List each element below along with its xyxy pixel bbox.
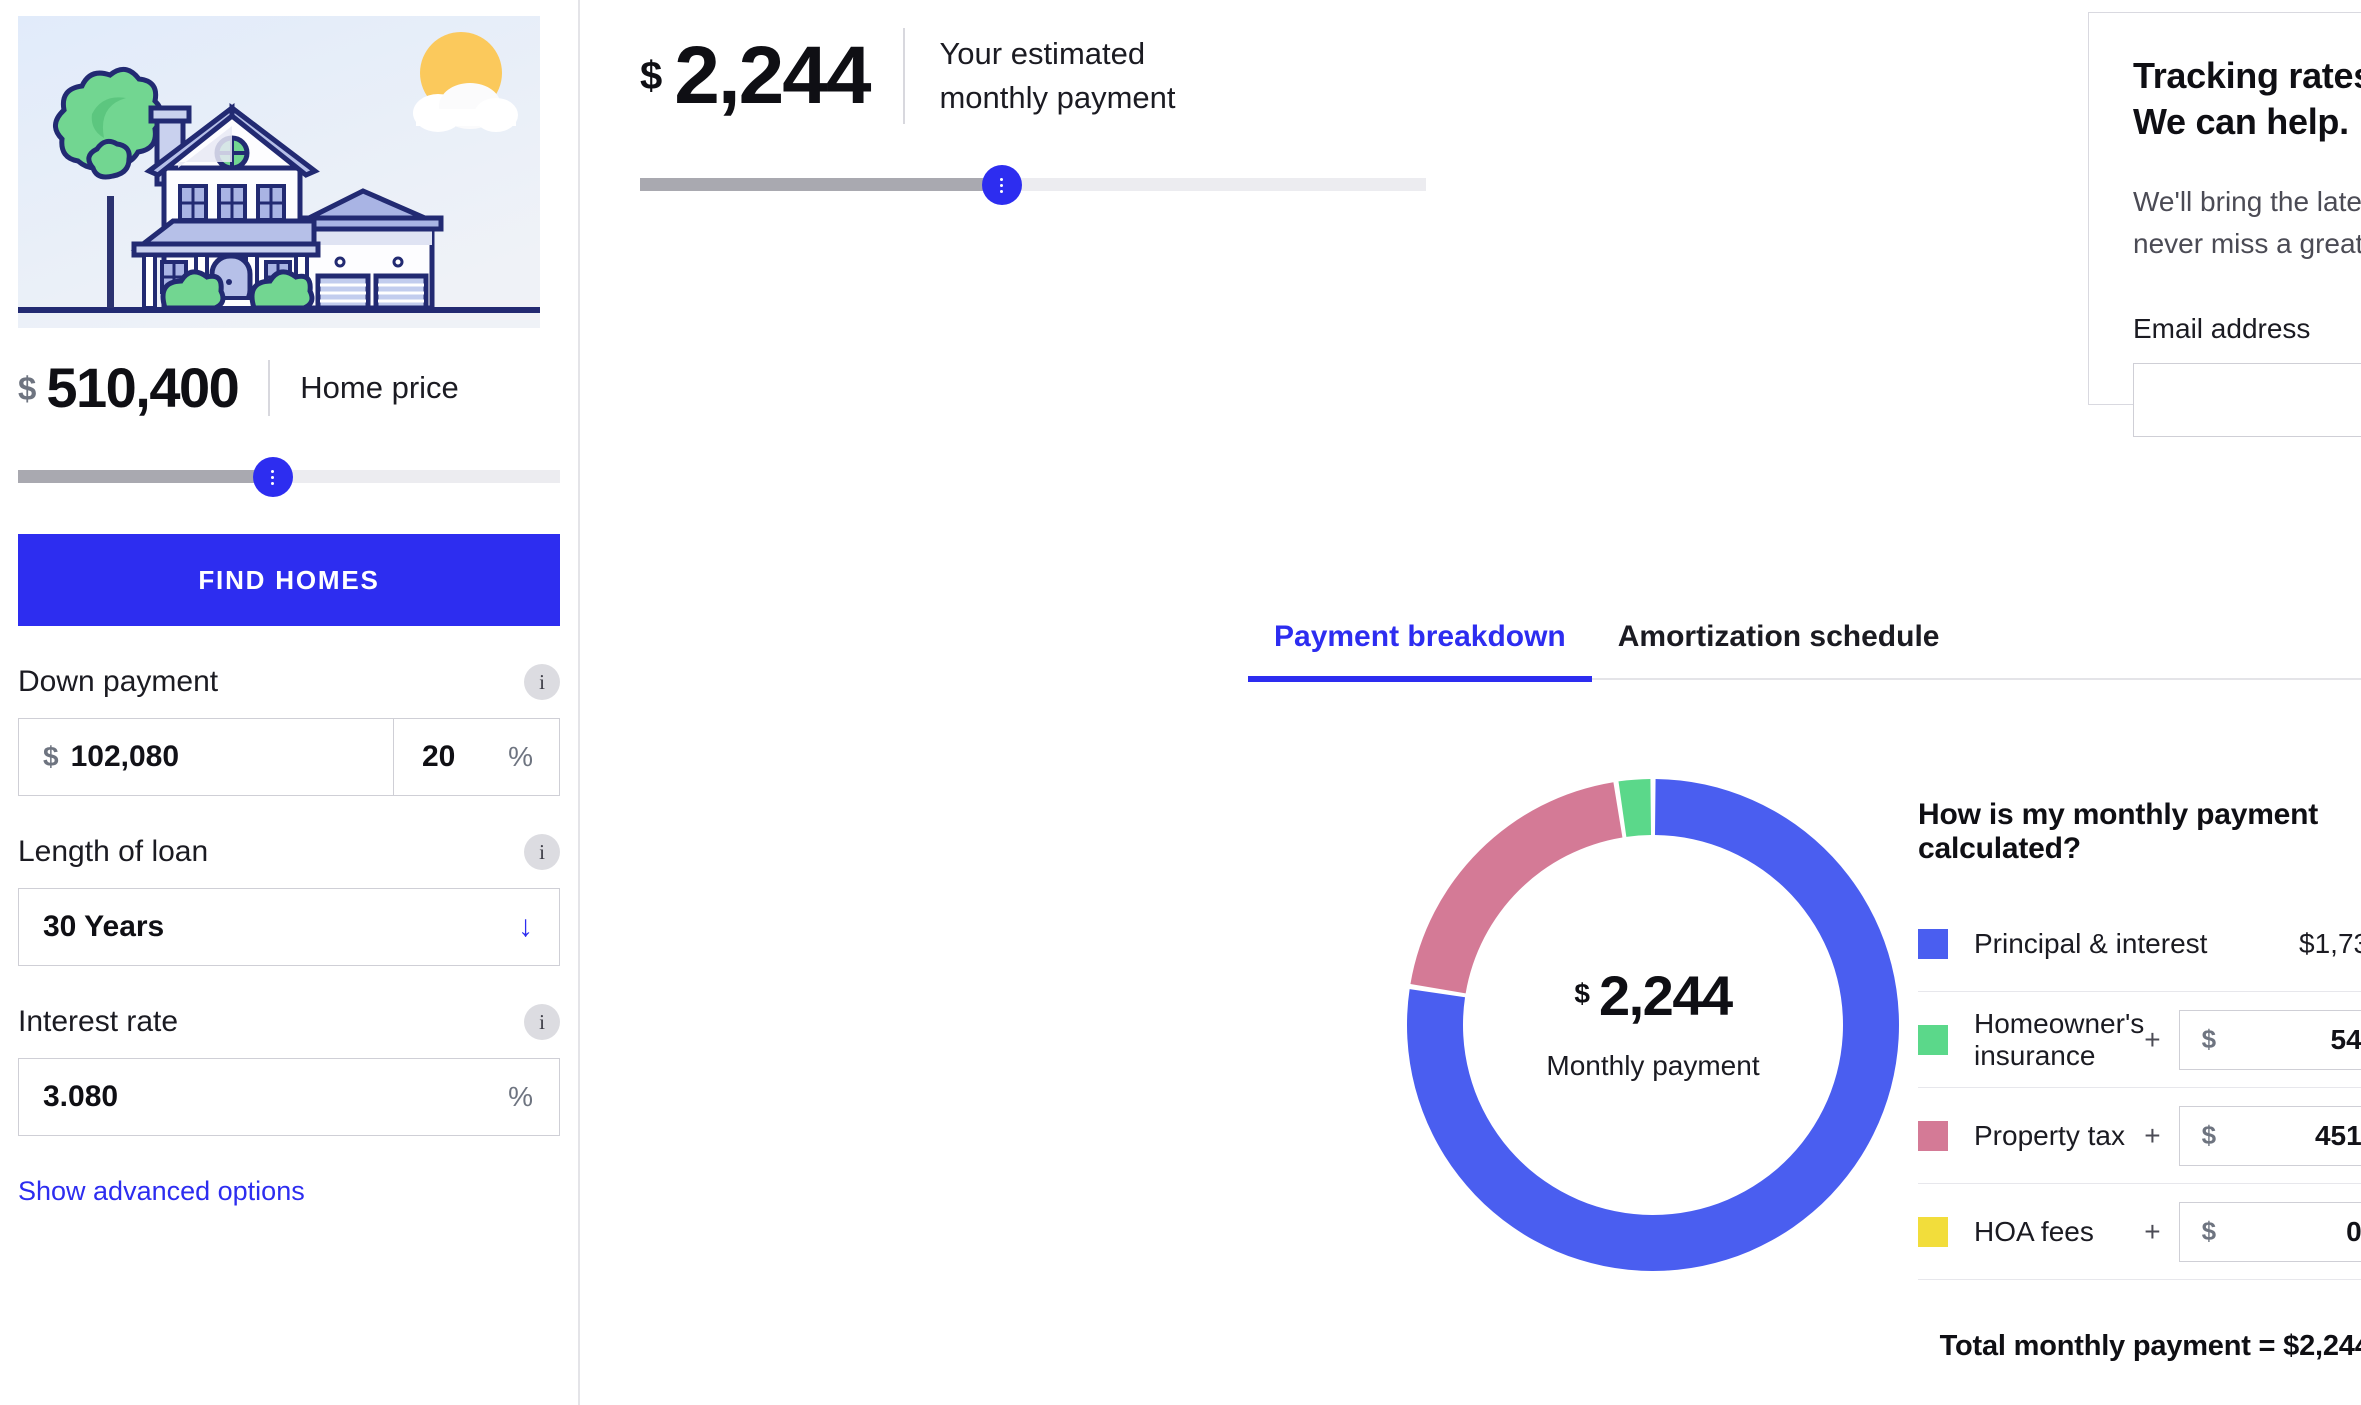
home-price-label: Home price bbox=[300, 370, 459, 406]
down-payment-label: Down payment bbox=[18, 665, 218, 699]
slider-thumb[interactable] bbox=[253, 457, 293, 497]
interest-rate-field: Interest rate i 3.080 % bbox=[18, 1002, 560, 1136]
currency-symbol: $ bbox=[2202, 1024, 2216, 1055]
legend-item-value: 54 bbox=[2331, 1024, 2361, 1056]
tab-payment-breakdown[interactable]: Payment breakdown bbox=[1248, 620, 1592, 678]
rate-tracking-promo-card: Tracking rates? We can help. % We'll bri… bbox=[2088, 12, 2361, 405]
arrow-down-icon: ↓ bbox=[518, 912, 533, 942]
divider bbox=[903, 28, 905, 124]
legend-item-label: Principal & interest bbox=[1974, 928, 2299, 960]
interest-rate-input[interactable]: 3.080 % bbox=[18, 1058, 560, 1136]
legend-item-label: HOA fees bbox=[1974, 1216, 2144, 1248]
tab-amortization-schedule[interactable]: Amortization schedule bbox=[1592, 620, 1966, 678]
legend-item-input[interactable]: $54 bbox=[2179, 1010, 2361, 1070]
plus-symbol: + bbox=[2144, 1216, 2160, 1248]
plus-symbol: + bbox=[2144, 1120, 2160, 1152]
percent-symbol: % bbox=[508, 741, 533, 773]
estimated-payment-caption: Your estimated monthly payment bbox=[939, 32, 1175, 120]
divider bbox=[268, 360, 270, 416]
down-payment-percent-value: 20 bbox=[422, 740, 455, 774]
legend-row: Homeowner's insurance+ $54 bbox=[1918, 992, 2361, 1088]
interest-rate-label: Interest rate bbox=[18, 1005, 178, 1039]
estimated-payment-slider[interactable] bbox=[640, 164, 1426, 204]
down-payment-field: Down payment i $ 102,080 20 % bbox=[18, 662, 560, 796]
legend-row: Principal & interest$1,739 bbox=[1918, 896, 2361, 992]
legend-color-swatch bbox=[1918, 1121, 1948, 1151]
currency-symbol: $ bbox=[2202, 1120, 2216, 1151]
legend-color-swatch bbox=[1918, 1025, 1948, 1055]
info-icon[interactable]: i bbox=[524, 1004, 560, 1040]
legend-color-swatch bbox=[1918, 929, 1948, 959]
down-payment-amount-input[interactable]: $ 102,080 bbox=[19, 719, 393, 795]
plus-symbol: + bbox=[2144, 1024, 2160, 1056]
legend-item-input[interactable]: $451 bbox=[2179, 1106, 2361, 1166]
interest-rate-value: 3.080 bbox=[43, 1080, 118, 1114]
total-monthly-payment: Total monthly payment = $2,244 bbox=[1918, 1330, 2361, 1363]
length-of-loan-select[interactable]: 30 Years ↓ bbox=[18, 888, 560, 966]
estimated-payment-block: $ 2,244 Your estimated monthly payment bbox=[580, 28, 1460, 204]
length-of-loan-label: Length of loan bbox=[18, 835, 208, 869]
currency-symbol: $ bbox=[2202, 1216, 2216, 1247]
slider-fill bbox=[640, 178, 1002, 191]
payment-breakdown-panel: $ 2,244 Monthly payment How is my monthl… bbox=[1248, 760, 2341, 1363]
legend-row: Property tax+ $451 bbox=[1918, 1088, 2361, 1184]
legend-item-label: Homeowner's insurance bbox=[1974, 1008, 2144, 1072]
legend-row: HOA fees+ $0 bbox=[1918, 1184, 2361, 1280]
down-payment-amount-value: 102,080 bbox=[71, 740, 179, 774]
mortgage-calculator-page: $ 510,400 Home price FIND HOMES Down pay… bbox=[0, 0, 2361, 1405]
donut-slice bbox=[1410, 782, 1622, 993]
info-icon[interactable]: i bbox=[524, 834, 560, 870]
find-homes-button[interactable]: FIND HOMES bbox=[18, 534, 560, 626]
down-payment-percent-input[interactable]: 20 % bbox=[393, 719, 559, 795]
payment-legend: How is my monthly payment calculated? Pr… bbox=[1918, 760, 2361, 1363]
main-content: $ 2,244 Your estimated monthly payment bbox=[580, 0, 2361, 1405]
donut-slice bbox=[1618, 779, 1651, 837]
currency-symbol: $ bbox=[43, 741, 59, 773]
currency-symbol: $ bbox=[18, 372, 36, 405]
legend-item-label: Property tax bbox=[1974, 1120, 2144, 1152]
legend-item-value: 0 bbox=[2346, 1216, 2361, 1248]
length-of-loan-field: Length of loan i 30 Years ↓ bbox=[18, 832, 560, 966]
legend-item-input[interactable]: $0 bbox=[2179, 1202, 2361, 1262]
currency-symbol: $ bbox=[640, 56, 662, 96]
sidebar: $ 510,400 Home price FIND HOMES Down pay… bbox=[0, 0, 580, 1405]
house-illustration bbox=[18, 16, 540, 328]
promo-title: Tracking rates? We can help. bbox=[2133, 53, 2361, 145]
legend-item-value: $1,739 bbox=[2299, 928, 2361, 960]
info-icon[interactable]: i bbox=[524, 664, 560, 700]
show-advanced-options-link[interactable]: Show advanced options bbox=[18, 1176, 305, 1207]
email-address-label: Email address bbox=[2133, 313, 2361, 345]
breakdown-tabs: Payment breakdown Amortization schedule bbox=[1248, 620, 2361, 680]
slider-thumb[interactable] bbox=[982, 165, 1022, 205]
slider-fill bbox=[18, 470, 273, 483]
home-price-display: $ 510,400 Home price bbox=[18, 346, 560, 430]
home-price-slider[interactable] bbox=[18, 456, 560, 496]
payment-donut-chart: $ 2,244 Monthly payment bbox=[1388, 760, 1918, 1290]
legend-title: How is my monthly payment calculated? bbox=[1918, 798, 2361, 866]
length-of-loan-value: 30 Years bbox=[43, 910, 164, 944]
estimated-payment-amount: 2,244 bbox=[674, 35, 869, 117]
home-price-value: 510,400 bbox=[46, 360, 238, 416]
email-input[interactable] bbox=[2133, 363, 2361, 437]
legend-item-value: 451 bbox=[2315, 1120, 2361, 1152]
promo-body-text: We'll bring the latest mortgage rates to… bbox=[2133, 181, 2361, 265]
percent-symbol: % bbox=[508, 1081, 533, 1113]
legend-color-swatch bbox=[1918, 1217, 1948, 1247]
